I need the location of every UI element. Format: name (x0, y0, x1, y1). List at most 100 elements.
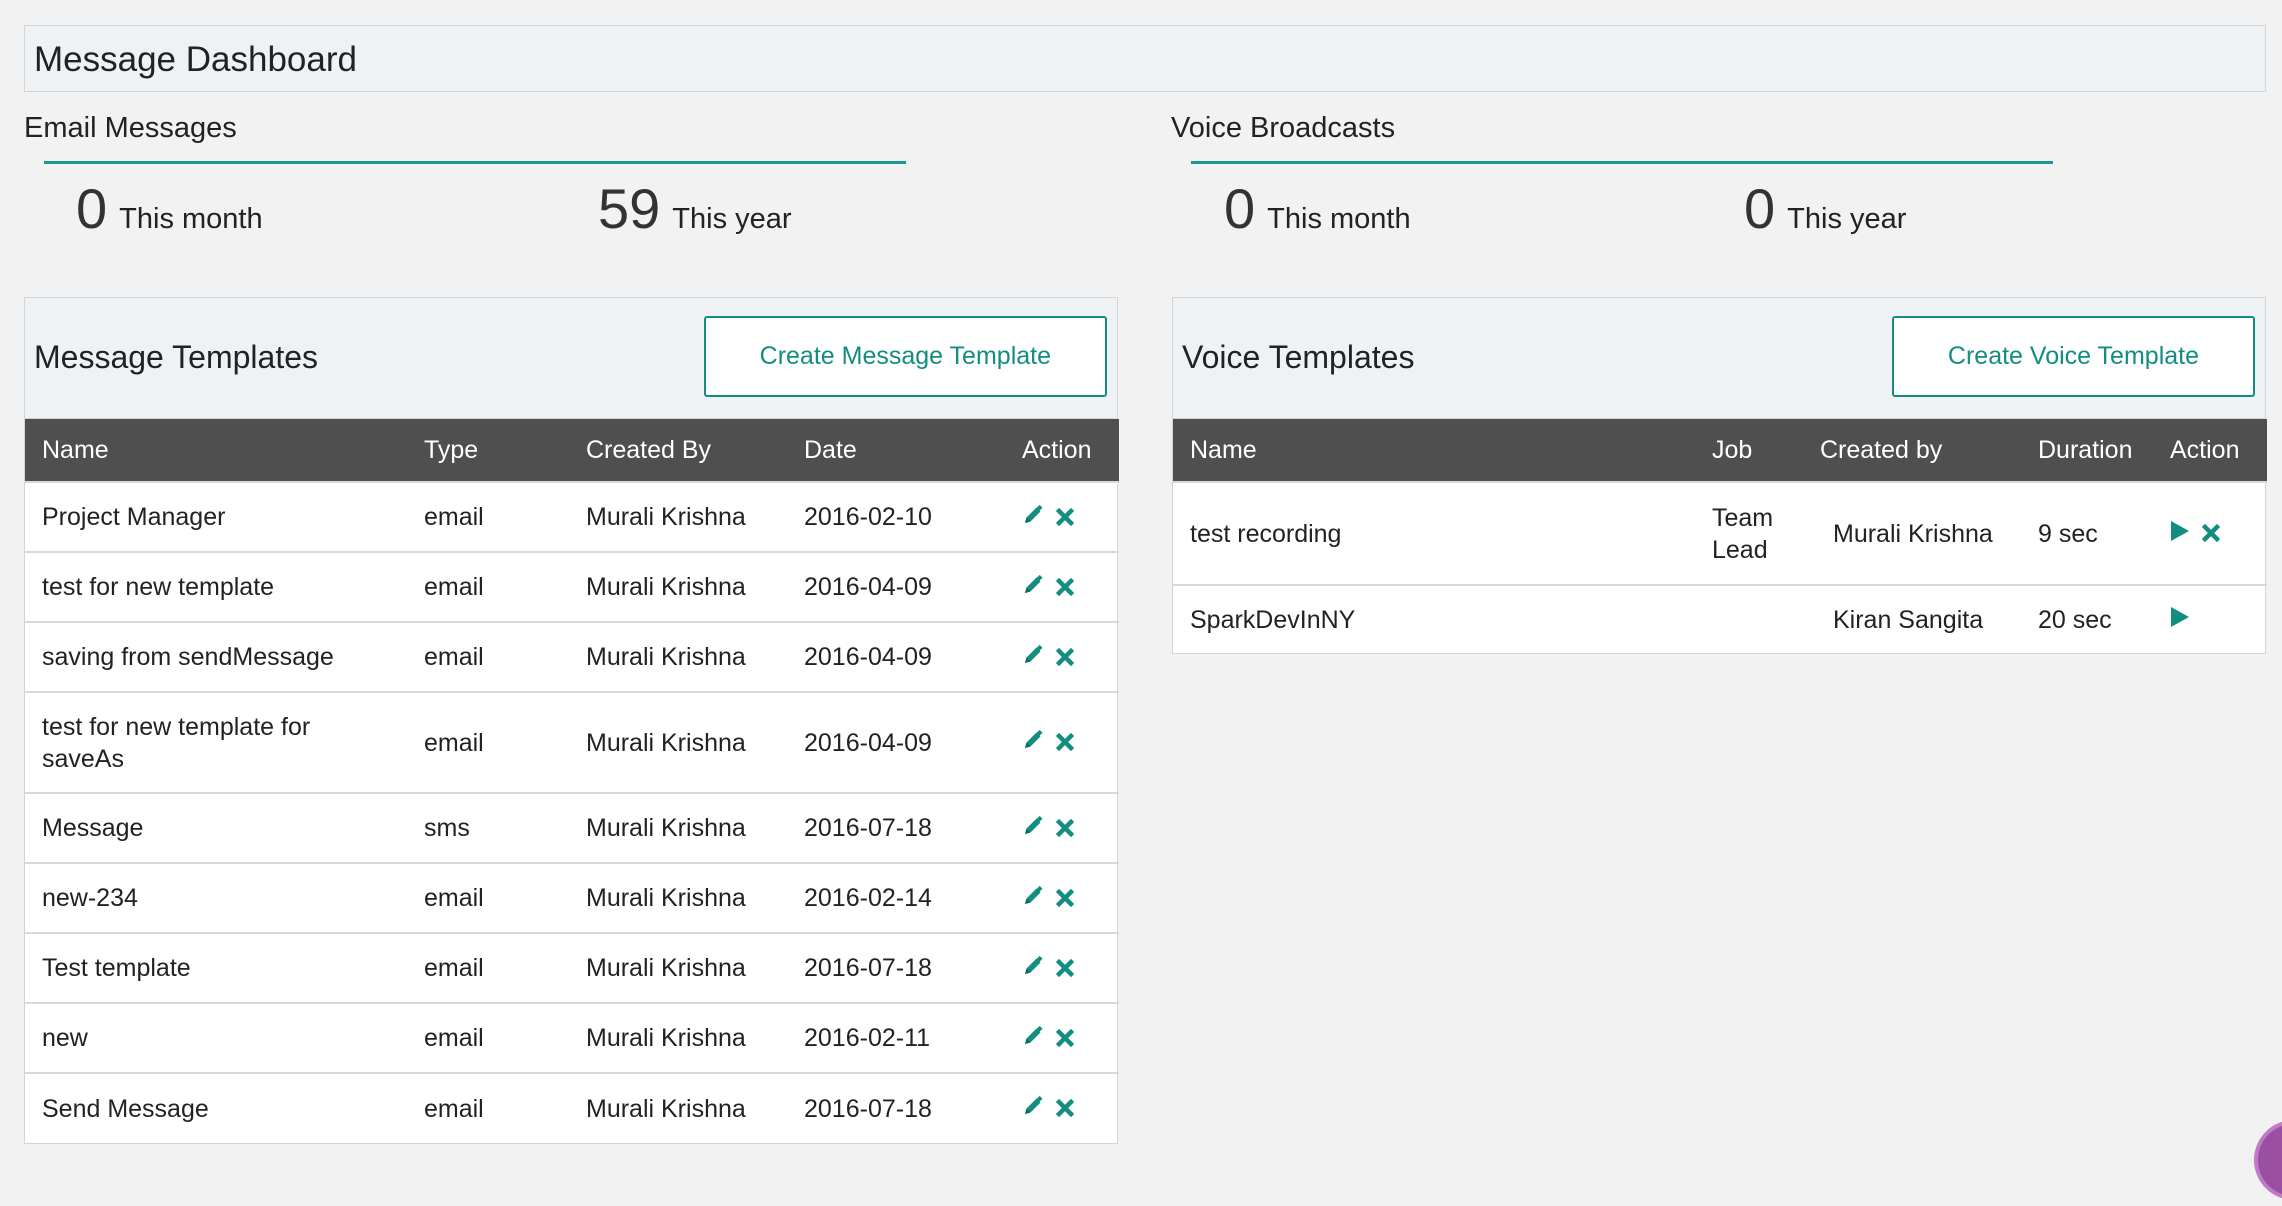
template-action-cell (1005, 551, 1119, 622)
table-row: test recording Team Lead Murali Krishna 9 s… (1173, 481, 2267, 585)
pencil-icon[interactable] (1022, 883, 1044, 915)
template-created-by-cell: Murali Krishna (569, 792, 787, 863)
email-year-label: This year (672, 203, 792, 235)
pencil-icon[interactable] (1022, 572, 1044, 604)
create-message-template-button[interactable]: Create Message Template (703, 316, 1107, 397)
table-row: Send Message email Murali Krishna 2016-07-1… (25, 1072, 1119, 1143)
template-type-cell: sms (407, 792, 569, 863)
template-name-cell: saving from sendMessage (25, 621, 407, 692)
email-stats-divider (44, 161, 906, 164)
pencil-icon[interactable] (1022, 813, 1044, 845)
table-row: test for new template for saveAs email Mur… (25, 691, 1119, 793)
table-header-row: Name Type Created By Date Action (25, 419, 1119, 482)
template-created-by-cell: Murali Krishna (569, 551, 787, 622)
template-name-cell: Message (25, 792, 407, 863)
template-created-by-cell: Murali Krishna (569, 862, 787, 933)
voice-job-cell (1695, 584, 1803, 653)
template-date-cell: 2016-04-09 (787, 551, 1005, 622)
voice-templates-title: Voice Templates (1182, 339, 1415, 375)
voice-created-by-cell: Kiran Sangita (1803, 584, 2021, 653)
page-title: Message Dashboard (24, 25, 2266, 92)
voice-month-stat: 0 This month (1224, 176, 1411, 241)
column-header-created-by[interactable]: Created By (569, 419, 787, 482)
message-templates-table: Name Type Created By Date Action Project… (25, 419, 1119, 1143)
close-icon[interactable] (1055, 727, 1075, 759)
column-header-name[interactable]: Name (25, 419, 407, 482)
template-name-cell: Project Manager (25, 481, 407, 552)
template-action-cell (1005, 1072, 1119, 1143)
email-messages-heading: Email Messages (24, 112, 237, 144)
close-icon[interactable] (1055, 642, 1075, 674)
voice-stats-divider (1191, 161, 2053, 164)
template-date-cell: 2016-02-14 (787, 862, 1005, 933)
close-icon[interactable] (1055, 502, 1075, 534)
close-icon[interactable] (1055, 1023, 1075, 1055)
voice-action-cell (2153, 481, 2267, 585)
voice-created-by-cell: Murali Krishna (1803, 481, 2021, 585)
email-year-stat: 59 This year (598, 176, 792, 241)
column-header-duration[interactable]: Duration (2021, 419, 2153, 482)
column-header-action: Action (2170, 435, 2240, 464)
pencil-icon[interactable] (1022, 1023, 1044, 1055)
pencil-icon[interactable] (1022, 642, 1044, 674)
template-action-cell (1005, 932, 1119, 1003)
voice-templates-header: Voice Templates Create Voice Template (1173, 298, 2265, 419)
close-icon[interactable] (1055, 883, 1075, 915)
email-month-stat: 0 This month (76, 176, 263, 241)
table-row: new-234 email Murali Krishna 2016-02-14 (25, 862, 1119, 933)
pencil-icon[interactable] (1022, 502, 1044, 534)
column-header-job[interactable]: Job (1695, 419, 1803, 482)
close-icon[interactable] (1055, 813, 1075, 845)
voice-year-stat: 0 This year (1744, 176, 1906, 241)
voice-templates-table: Name Job Created by Duration Action test… (1173, 419, 2267, 653)
close-icon[interactable] (2201, 518, 2221, 550)
template-type-cell: email (407, 932, 569, 1003)
column-header-name[interactable]: Name (1173, 419, 1695, 482)
close-icon[interactable] (1055, 572, 1075, 604)
table-row: Test template email Murali Krishna 2016-07-… (25, 932, 1119, 1003)
template-name-cell: new-234 (25, 862, 407, 933)
close-icon[interactable] (1055, 1093, 1075, 1125)
message-templates-header: Message Templates Create Message Templat… (25, 298, 1117, 419)
table-row: SparkDevInNY Kiran Sangita 20 sec (1173, 584, 2267, 653)
table-row: new email Murali Krishna 2016-02-11 (25, 1002, 1119, 1073)
template-name-cell: test for new template for saveAs (25, 691, 407, 793)
table-row: Project Manager email Murali Krishna 2016-0… (25, 481, 1119, 552)
message-templates-panel: Message Templates Create Message Templat… (24, 297, 1119, 1144)
column-header-date[interactable]: Date (787, 419, 1005, 482)
template-type-cell: email (407, 481, 569, 552)
template-type-cell: email (407, 691, 569, 793)
template-type-cell: email (407, 862, 569, 933)
voice-action-cell (2153, 584, 2267, 653)
template-action-cell (1005, 621, 1119, 692)
template-created-by-cell: Murali Krishna (569, 691, 787, 793)
column-header-created-by[interactable]: Created by (1803, 419, 2021, 482)
create-voice-template-button[interactable]: Create Voice Template (1891, 316, 2255, 397)
pencil-icon[interactable] (1022, 1093, 1044, 1125)
chat-avatar-bubble[interactable] (2254, 1120, 2282, 1200)
pencil-icon[interactable] (1022, 953, 1044, 985)
table-header-row: Name Job Created by Duration Action (1173, 419, 2267, 482)
voice-year-value: 0 (1744, 177, 1776, 240)
template-action-cell (1005, 691, 1119, 793)
template-created-by-cell: Murali Krishna (569, 1072, 787, 1143)
template-created-by-cell: Murali Krishna (569, 1002, 787, 1073)
play-icon[interactable] (2170, 604, 2190, 636)
column-header-type[interactable]: Type (407, 419, 569, 482)
voice-month-label: This month (1267, 203, 1411, 235)
template-date-cell: 2016-02-11 (787, 1002, 1005, 1073)
voice-month-value: 0 (1224, 177, 1256, 240)
pencil-icon[interactable] (1022, 727, 1044, 759)
template-date-cell: 2016-02-10 (787, 481, 1005, 552)
voice-templates-panel: Voice Templates Create Voice Template Na… (1172, 297, 2267, 654)
template-date-cell: 2016-07-18 (787, 932, 1005, 1003)
template-action-cell (1005, 792, 1119, 863)
play-icon[interactable] (2170, 518, 2190, 550)
template-action-cell (1005, 862, 1119, 933)
column-header-action: Action (1022, 435, 1092, 464)
voice-duration-cell: 20 sec (2021, 584, 2153, 653)
template-type-cell: email (407, 621, 569, 692)
close-icon[interactable] (1055, 953, 1075, 985)
template-type-cell: email (407, 1002, 569, 1073)
voice-name-cell: test recording (1173, 481, 1695, 585)
